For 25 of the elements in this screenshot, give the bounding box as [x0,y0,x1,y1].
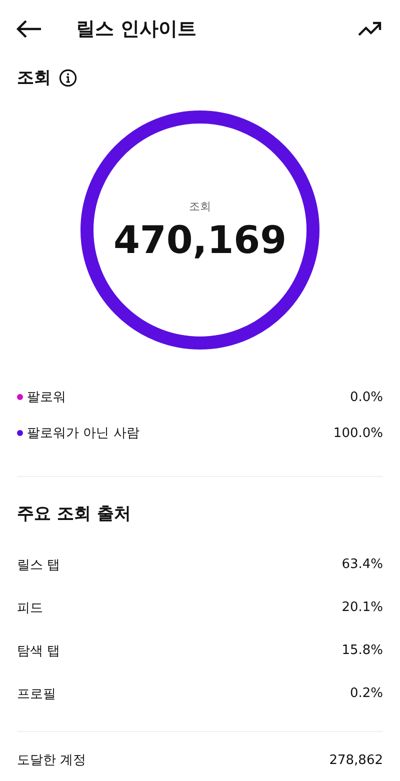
page-title: 릴스 인사이트 [76,17,198,42]
source-label: 릴스 탭 [17,556,60,574]
source-label: 탐색 탭 [17,642,60,660]
back-button[interactable] [16,19,42,39]
info-icon [59,68,77,86]
trend-button[interactable] [358,21,382,37]
section-title: 조회 [17,67,51,89]
source-value: 20.1% [342,600,383,615]
legend-label: 팔로워가 아닌 사람 [27,425,140,442]
reach-label: 도달한 계정 [17,752,86,769]
info-button[interactable] [59,68,77,86]
trending-up-icon [358,21,382,37]
reach-value: 278,862 [329,752,383,768]
source-value: 15.8% [342,643,383,658]
section-title: 주요 조회 출처 [17,503,131,525]
source-value: 63.4% [342,557,383,572]
legend-value: 0.0% [350,390,383,404]
back-arrow-icon [16,19,42,39]
ring-label: 조회 [188,198,211,214]
legend-value: 100.0% [333,426,383,440]
source-label: 프로필 [17,686,56,702]
views-count: 470,169 [113,218,287,262]
source-label: 피드 [17,600,43,616]
source-value: 0.2% [350,686,383,701]
legend-label: 팔로워 [27,389,66,406]
